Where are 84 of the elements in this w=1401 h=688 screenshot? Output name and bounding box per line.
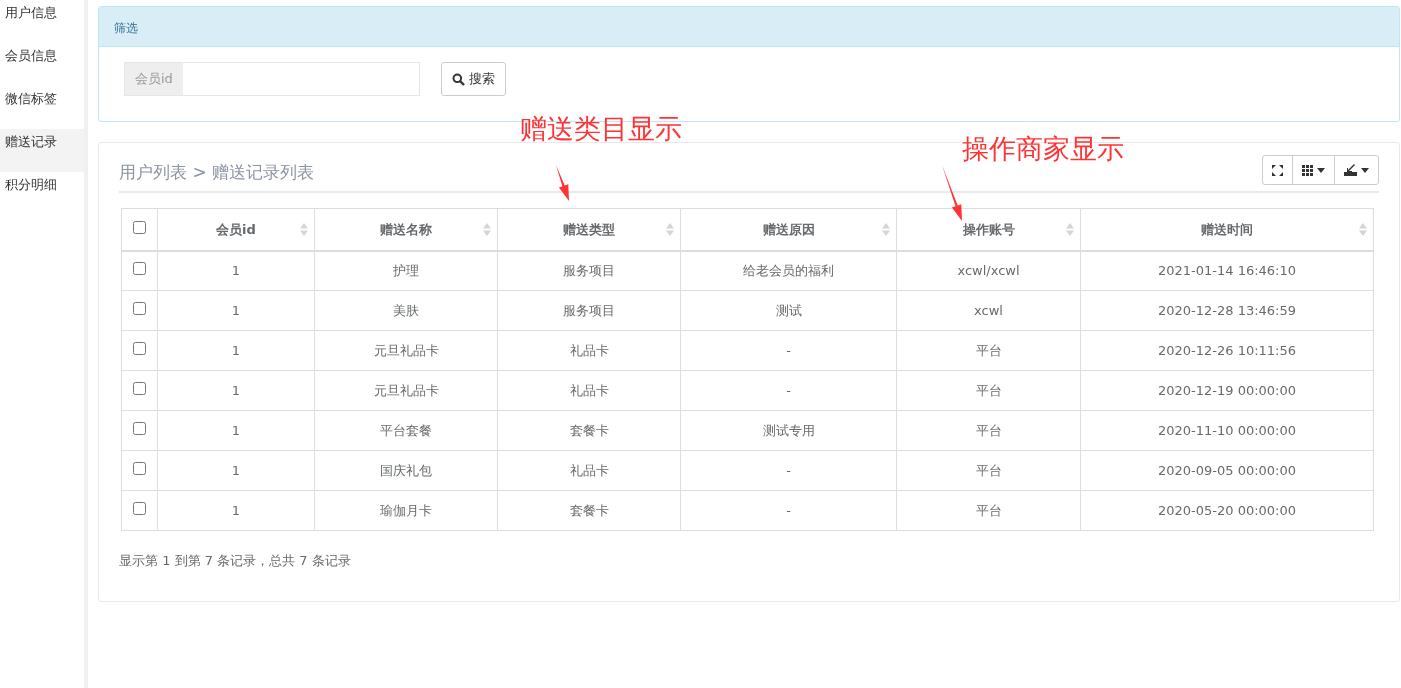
table-cell: 2020-11-10 00:00:00 (1080, 410, 1374, 451)
table-cell: 2020-09-05 00:00:00 (1080, 450, 1374, 491)
table-cell: 礼品卡 (497, 370, 681, 411)
sidebar-item[interactable]: 会员信息 (0, 43, 84, 86)
table-cell: xcwl (896, 290, 1081, 331)
sidebar-item[interactable]: 用户信息 (0, 0, 84, 43)
caret-icon (1361, 167, 1369, 173)
table-cell: 2020-12-19 00:00:00 (1080, 370, 1374, 411)
breadcrumb: 用户列表 > 赠送记录列表 (119, 160, 315, 184)
expand-icon (1272, 164, 1283, 176)
fullscreen-button[interactable] (1262, 155, 1293, 185)
sort-icon (483, 223, 491, 236)
table-cell: 平台 (896, 450, 1081, 491)
table-cell: xcwl/xcwl (896, 250, 1081, 291)
row-checkbox[interactable] (133, 461, 146, 475)
table-cell: 1 (157, 490, 315, 531)
table-cell: 护理 (314, 250, 498, 291)
table-cell: - (680, 450, 897, 491)
sidebar-item[interactable]: 微信标签 (0, 86, 84, 129)
table-cell: 平台 (896, 410, 1081, 451)
table-cell: - (680, 370, 897, 411)
table-cell: 平台 (896, 490, 1081, 531)
table-cell: 套餐卡 (497, 490, 681, 531)
caret-icon (1317, 167, 1325, 173)
table-cell: 测试专用 (680, 410, 897, 451)
table-cell: 服务项目 (497, 290, 681, 331)
sidebar-item[interactable]: 积分明细 (0, 172, 84, 215)
table-cell: 礼品卡 (497, 330, 681, 371)
table-cell: 2020-12-26 10:11:56 (1080, 330, 1374, 371)
table-cell: 1 (157, 290, 315, 331)
sort-icon (300, 223, 308, 236)
table-cell: 平台 (896, 330, 1081, 371)
download-icon (1344, 164, 1357, 176)
table-cell: 瑜伽月卡 (314, 490, 498, 531)
search-icon (452, 72, 465, 86)
search-button[interactable]: 搜索 (441, 62, 506, 96)
table-cell: 美肤 (314, 290, 498, 331)
sort-icon (1066, 223, 1074, 236)
grid-icon (1302, 164, 1313, 176)
table-cell: 元旦礼品卡 (314, 370, 498, 411)
sort-icon (666, 223, 674, 236)
table-cell: - (680, 490, 897, 531)
column-header[interactable]: 赠送原因 (680, 208, 897, 251)
row-checkbox[interactable] (133, 381, 146, 395)
column-header[interactable]: 赠送类型 (497, 208, 681, 251)
table-cell: 1 (157, 370, 315, 411)
table-cell: 元旦礼品卡 (314, 330, 498, 371)
row-checkbox[interactable] (133, 421, 146, 435)
annotation-arrow (556, 165, 569, 201)
pagination-info: 显示第 1 到第 7 条记录，总共 7 条记录 (119, 552, 351, 570)
table-cell: 套餐卡 (497, 410, 681, 451)
column-header[interactable]: 会员id (157, 208, 315, 251)
table-cell: 2021-01-14 16:46:10 (1080, 250, 1374, 291)
table-cell: 1 (157, 330, 315, 371)
field-label: 会员id (125, 63, 183, 95)
table-cell: 服务项目 (497, 250, 681, 291)
table-cell: 礼品卡 (497, 450, 681, 491)
table-cell: 1 (157, 250, 315, 291)
sidebar-item[interactable]: 赠送记录 (0, 129, 84, 172)
table-cell: 测试 (680, 290, 897, 331)
row-checkbox[interactable] (133, 501, 146, 515)
table-cell: 给老会员的福利 (680, 250, 897, 291)
row-checkbox[interactable] (133, 262, 146, 275)
row-checkbox[interactable] (133, 301, 146, 315)
export-button[interactable] (1334, 155, 1379, 185)
row-checkbox[interactable] (133, 341, 146, 355)
panel-title: 筛选 (99, 7, 1399, 47)
table-cell: - (680, 330, 897, 371)
table-cell: 国庆礼包 (314, 450, 498, 491)
table-cell: 2020-05-20 00:00:00 (1080, 490, 1374, 531)
annotation-text: 赠送类目显示 (520, 115, 682, 142)
table-cell: 平台套餐 (314, 410, 498, 451)
sort-icon (1359, 223, 1367, 236)
sort-icon (882, 223, 890, 236)
select-all-checkbox[interactable] (133, 220, 146, 234)
column-header[interactable]: 赠送时间 (1080, 208, 1374, 251)
columns-button[interactable] (1292, 155, 1335, 185)
annotation-arrow (942, 165, 962, 221)
table-cell: 1 (157, 410, 315, 451)
table-cell: 平台 (896, 370, 1081, 411)
column-header[interactable]: 赠送名称 (314, 208, 498, 251)
table-cell: 2020-12-28 13:46:59 (1080, 290, 1374, 331)
table-cell: 1 (157, 450, 315, 491)
annotation-text: 操作商家显示 (962, 135, 1124, 162)
